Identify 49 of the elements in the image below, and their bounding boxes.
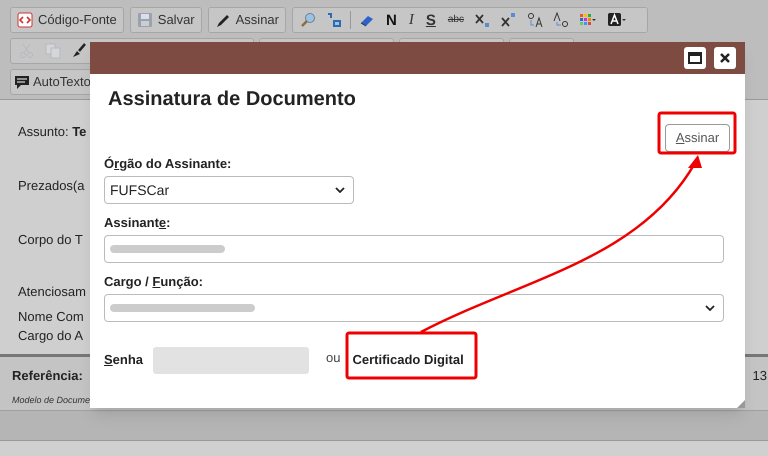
field-label: Senha: [104, 351, 144, 370]
maximize-button[interactable]: [684, 47, 706, 69]
or-text: ou: [326, 349, 340, 368]
save-button[interactable]: Salvar: [130, 7, 202, 33]
subscript-icon: [474, 12, 491, 28]
speech-bubble-icon: [14, 74, 30, 90]
input-field[interactable]: [104, 235, 724, 263]
italic-button[interactable]: I: [406, 12, 417, 28]
uppercase-icon: [552, 12, 569, 28]
source-button[interactable]: Código-Fonte: [10, 7, 124, 33]
close-button[interactable]: [714, 47, 736, 69]
document-text: Atenciosam: [18, 283, 86, 301]
field-label: Órgão do Assinante:: [104, 156, 232, 172]
select-field[interactable]: FUFSCar: [104, 176, 354, 204]
document-text: Cargo do A: [18, 327, 84, 345]
document-text: Assunto: Te: [18, 123, 86, 141]
sign-button[interactable]: Assinar: [665, 124, 730, 152]
upper-button[interactable]: [550, 12, 571, 28]
chevron-down-icon: [335, 187, 345, 193]
copy-icon: [45, 43, 61, 59]
brush-button[interactable]: [71, 43, 87, 59]
resize-grip-icon: [737, 400, 745, 408]
strike-button[interactable]: abc: [444, 15, 467, 25]
window-icon: [688, 52, 702, 64]
reference-label: Referência:: [12, 367, 83, 385]
select-field[interactable]: [104, 294, 724, 322]
color-grid-icon: [578, 12, 598, 28]
text-color-icon: [608, 12, 627, 28]
pen-icon: [214, 12, 231, 28]
floppy-icon: [136, 12, 153, 28]
document-text: Prezados(a: [18, 177, 84, 195]
field-label: Cargo / Função:: [104, 274, 204, 290]
magnifier-icon: [300, 12, 316, 28]
document-text: Corpo do T: [18, 231, 83, 249]
lowercase-icon: [526, 12, 543, 28]
code-icon: [17, 12, 33, 28]
dialog-title: Assinatura de Documento: [108, 87, 357, 112]
reference-number: 13: [752, 367, 767, 385]
underline-button[interactable]: S: [422, 12, 439, 28]
model-text: Modelo de Docume: [12, 394, 90, 406]
document-text: Nome Com: [18, 308, 84, 326]
sign-button[interactable]: Assinar: [208, 7, 286, 33]
replace-icon: [326, 12, 342, 28]
brush-icon: [71, 43, 87, 59]
field-label: Assinante:: [104, 215, 172, 231]
bold-button[interactable]: N: [383, 12, 400, 28]
superscript-icon: [500, 12, 517, 28]
close-icon: [719, 52, 731, 64]
chevron-down-icon: [705, 305, 715, 311]
